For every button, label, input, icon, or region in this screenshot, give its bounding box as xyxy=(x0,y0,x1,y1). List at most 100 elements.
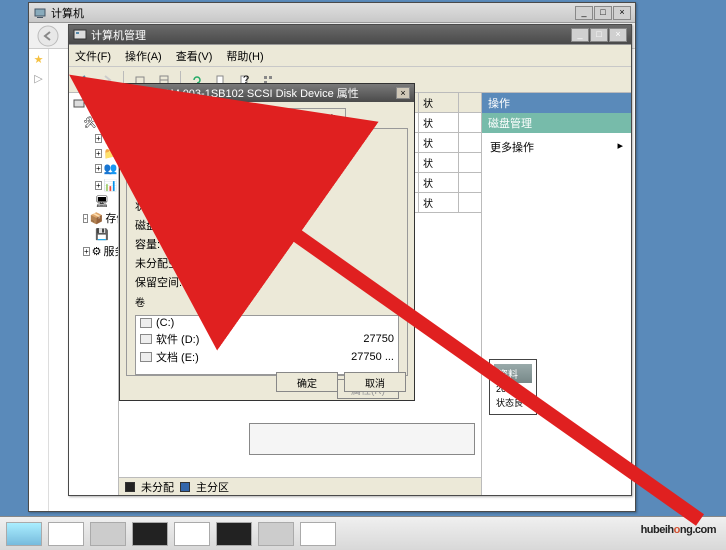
v-part: 主启动记录(MBR) xyxy=(215,217,399,233)
favorites-icon[interactable]: ★ xyxy=(29,53,48,66)
back-icon[interactable] xyxy=(73,70,93,90)
expand-icon[interactable]: + xyxy=(95,181,102,190)
expand-icon[interactable]: + xyxy=(95,149,102,158)
perf-icon: 📊 xyxy=(104,179,118,192)
col-status[interactable]: 状 xyxy=(419,93,459,112)
dialog-titlebar[interactable]: ST1000DM 003-1SB102 SCSI Disk Device 属性 … xyxy=(120,84,414,102)
menu-view[interactable]: 查看(V) xyxy=(176,48,213,64)
tree-item[interactable]: +👥 xyxy=(71,161,116,176)
expand-icon[interactable]: + xyxy=(95,134,102,143)
mgmt-icon xyxy=(73,28,87,42)
close-button[interactable]: × xyxy=(613,6,631,20)
volumes-listbox[interactable]: (C:)软件 (D:)27750文档 (E:)27750 ... xyxy=(135,315,399,375)
explorer-titlebar[interactable]: 计算机 _ □ × xyxy=(29,3,635,23)
folder-icon: 📁 xyxy=(104,132,118,145)
mgmt-maximize-button[interactable]: □ xyxy=(590,28,608,42)
v-unalloc: 0 MB xyxy=(215,255,399,271)
vol-title: 资料 xyxy=(494,364,532,383)
taskbar-item[interactable] xyxy=(300,522,336,546)
k-resv: 保留空间: xyxy=(135,274,215,290)
cancel-button[interactable]: 取消 xyxy=(344,372,406,392)
actions-subheader: 磁盘管理 xyxy=(482,113,631,133)
properties-dialog: ST1000DM 003-1SB102 SCSI Disk Device 属性 … xyxy=(119,83,415,401)
volume-item[interactable]: 软件 (D:)27750 xyxy=(136,330,398,348)
taskbar[interactable] xyxy=(0,516,726,550)
disk-icon: 💾 xyxy=(95,228,109,241)
disk-bar[interactable] xyxy=(249,423,475,455)
drive-icon xyxy=(140,352,152,362)
taskbar-item[interactable] xyxy=(132,522,168,546)
taskbar-item[interactable] xyxy=(48,522,84,546)
tab-general[interactable]: 常规 xyxy=(126,108,164,128)
drive-icon xyxy=(140,318,152,328)
explorer-title: 计算机 xyxy=(51,5,575,21)
tree-item[interactable]: +📁 xyxy=(71,131,116,146)
taskbar-item[interactable] xyxy=(6,522,42,546)
actions-pane: 操作 磁盘管理 更多操作 ▸ xyxy=(481,93,631,495)
mgmt-titlebar[interactable]: 计算机管理 _ □ × xyxy=(69,25,631,45)
tree-item[interactable]: +📁 xyxy=(71,146,116,161)
tree-item[interactable]: +📊性 xyxy=(71,176,116,194)
tree-item[interactable]: 🖥 xyxy=(71,194,116,209)
actions-more-label: 更多操作 xyxy=(490,139,534,155)
vol-status: 状态良 xyxy=(494,395,532,410)
taskbar-item[interactable] xyxy=(90,522,126,546)
menu-action[interactable]: 操作(A) xyxy=(125,48,162,64)
tab-body: 这个磁盘上所含的卷如下所列。 磁盘磁盘 0 类型基本 状态联机 磁盘分区形式主启… xyxy=(126,128,408,376)
k-type: 类型 xyxy=(135,179,215,195)
dialog-title: ST1000DM 003-1SB102 SCSI Disk Device 属性 xyxy=(124,85,396,101)
expand-icon[interactable]: + xyxy=(95,164,102,173)
dialog-close-button[interactable]: × xyxy=(396,87,410,99)
k-status: 状态 xyxy=(135,198,215,214)
collapse-icon[interactable]: - xyxy=(83,214,88,223)
minimize-button[interactable]: _ xyxy=(575,6,593,20)
folder-icon: 📁 xyxy=(104,147,118,160)
expand-icon[interactable]: + xyxy=(83,247,90,256)
mgmt-menubar: 文件(F) 操作(A) 查看(V) 帮助(H) xyxy=(69,45,631,67)
tree-diskmgmt[interactable]: 💾 xyxy=(71,227,116,242)
tree-pane: 计算机管 🛠 系统 +📁 +📁 +👥 +📊性 🖥 -📦存储 💾 +⚙服务 xyxy=(69,93,119,495)
chevron-right-icon: ▸ xyxy=(617,139,623,155)
tree-root-label: 计算机管 xyxy=(87,96,119,112)
mgmt-close-button[interactable]: × xyxy=(609,28,627,42)
volume-item[interactable]: (C:) xyxy=(136,316,398,330)
legend-primary: 主分区 xyxy=(196,479,229,495)
actions-more[interactable]: 更多操作 ▸ xyxy=(482,133,631,161)
tree-root[interactable]: 计算机管 xyxy=(71,95,116,113)
tree-services[interactable]: +⚙服务 xyxy=(71,242,116,260)
forward-icon[interactable] xyxy=(97,70,117,90)
tab-volumes[interactable]: 卷 xyxy=(202,108,230,128)
tab-details[interactable]: 详细信息 xyxy=(288,108,346,128)
storage-icon: 📦 xyxy=(90,212,104,225)
menu-help[interactable]: 帮助(H) xyxy=(226,48,263,64)
tree-storage[interactable]: -📦存储 xyxy=(71,209,116,227)
volume-item[interactable]: 文档 (E:)27750 ... xyxy=(136,348,398,366)
menu-file[interactable]: 文件(F) xyxy=(75,48,111,64)
taskbar-item[interactable] xyxy=(216,522,252,546)
maximize-button[interactable]: □ xyxy=(594,6,612,20)
device-icon: 🖥 xyxy=(95,195,109,208)
mgmt-small-icon xyxy=(73,98,85,110)
legend-unalloc-icon xyxy=(125,482,135,492)
taskbar-item[interactable] xyxy=(258,522,294,546)
taskbar-item[interactable] xyxy=(174,522,210,546)
tab-policy[interactable]: 策略 xyxy=(164,108,202,128)
k-part: 磁盘分区形式 xyxy=(135,217,215,233)
tree-sys-label: 系统 xyxy=(99,114,119,130)
dialog-intro: 这个磁盘上所含的卷如下所列。 xyxy=(135,137,399,152)
tab-driver[interactable]: 驱动程序 xyxy=(230,108,288,128)
tree-sys[interactable]: 🛠 系统 xyxy=(71,113,116,131)
v-status: 联机 xyxy=(215,198,399,214)
legend-primary-icon xyxy=(180,482,190,492)
tab-row: 常规 策略 卷 驱动程序 详细信息 xyxy=(120,102,414,128)
legend-unalloc: 未分配 xyxy=(141,479,174,495)
users-icon: 👥 xyxy=(104,162,118,175)
nav-back-icon[interactable] xyxy=(37,25,59,47)
v-resv: 0 MB xyxy=(215,274,399,290)
mgmt-minimize-button[interactable]: _ xyxy=(571,28,589,42)
drive-icon xyxy=(140,334,152,344)
tree-expander-icon[interactable]: ▷ xyxy=(29,72,48,85)
disk-graphic[interactable]: 资料 269.51 状态良 xyxy=(489,359,537,415)
ok-button[interactable]: 确定 xyxy=(276,372,338,392)
v-type: 基本 xyxy=(215,179,399,195)
